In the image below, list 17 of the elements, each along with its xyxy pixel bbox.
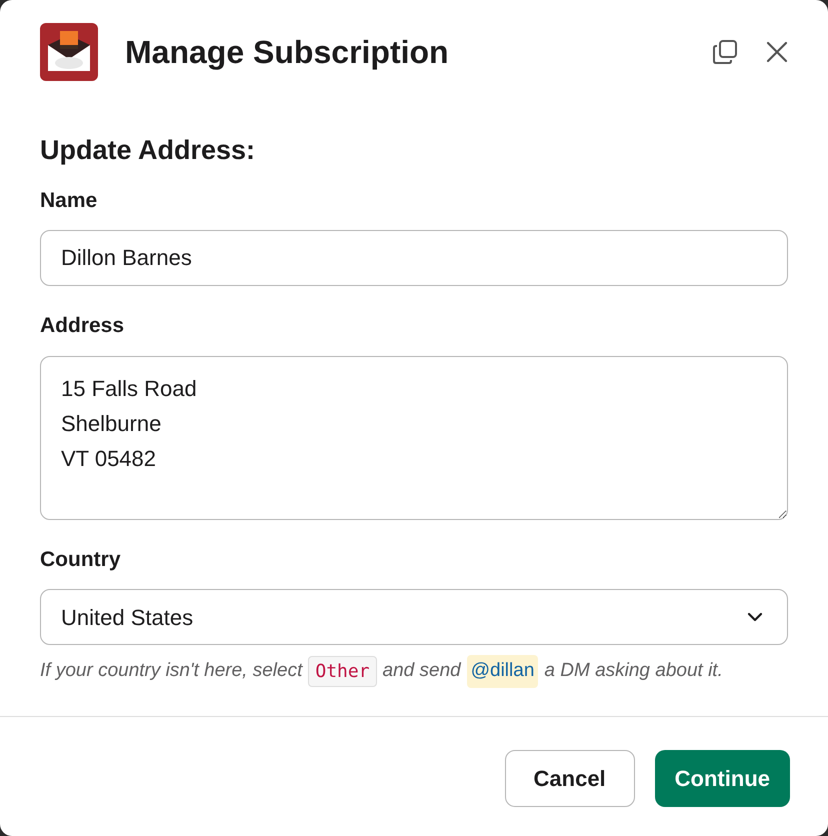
hint-text: If your country isn't here, select Other and send @dillan a DM asking about it. xyxy=(40,655,788,688)
chevron-down-icon xyxy=(747,612,763,622)
copy-icon[interactable] xyxy=(712,38,738,64)
field-label: Name xyxy=(40,188,98,214)
continue-button[interactable]: Continue xyxy=(654,750,790,806)
section-title: Update Address: xyxy=(40,134,256,167)
code-snippet: Other xyxy=(308,656,377,687)
address-field[interactable]: 15 Falls Road Shelburne VT 05482 xyxy=(40,356,788,520)
close-icon[interactable] xyxy=(766,40,788,62)
field-label: Country xyxy=(40,546,122,572)
cancel-button[interactable]: Cancel xyxy=(504,750,635,806)
field-label: Address xyxy=(40,313,126,339)
modal-title: Manage Subscription xyxy=(125,32,450,72)
user-mention[interactable]: @dillan xyxy=(466,655,538,688)
name-field[interactable]: Dillon Barnes xyxy=(40,230,788,286)
country-dropdown[interactable]: United States xyxy=(40,589,788,645)
app-logo-icon xyxy=(40,22,98,80)
